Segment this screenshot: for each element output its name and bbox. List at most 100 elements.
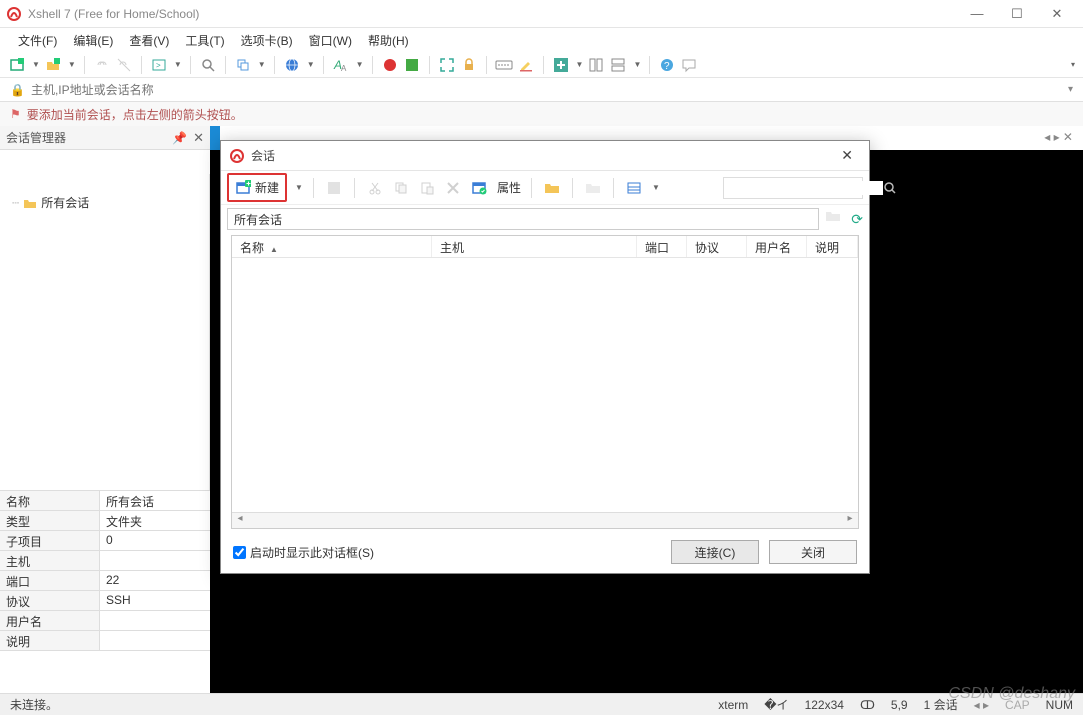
session-tree[interactable]: ┄ 所有会话 [0,174,210,490]
menu-view[interactable]: 查看(V) [121,30,177,51]
search-icon[interactable] [199,56,217,74]
copy-icon[interactable] [391,178,411,198]
col-port[interactable]: 端口 [637,236,687,257]
xftp-icon[interactable] [403,56,421,74]
new-folder-icon[interactable] [583,178,603,198]
dropdown-icon[interactable]: ▼ [307,60,315,69]
show-on-startup-input[interactable] [233,546,246,559]
link-icon[interactable] [93,56,111,74]
dropdown-icon[interactable]: ▼ [174,60,182,69]
dialog-close-button[interactable]: ✕ [833,143,861,168]
view-mode-icon[interactable] [624,178,644,198]
col-user[interactable]: 用户名 [747,236,807,257]
tab-nav[interactable]: ◂ ▸ ✕ [1034,126,1083,150]
properties-label[interactable]: 属性 [497,179,521,196]
paste-icon[interactable] [417,178,437,198]
col-name[interactable]: 名称 [232,236,432,257]
refresh-icon[interactable]: ⟳ [851,211,863,228]
active-tab-indicator[interactable] [210,126,220,150]
caps-indicator: CAP [1005,698,1030,712]
close-button[interactable]: 关闭 [769,540,857,564]
add-icon[interactable] [552,56,570,74]
svg-text:?: ? [664,61,670,72]
highlight-icon[interactable] [517,56,535,74]
col-desc[interactable]: 说明 [807,236,858,257]
help-icon[interactable]: ? [658,56,676,74]
close-pane-icon[interactable]: ✕ [193,130,204,146]
sessions-list: 名称 主机 端口 协议 用户名 说明 ◂ ▸ [231,235,859,529]
maximize-button[interactable]: ☐ [997,0,1037,28]
show-on-startup-checkbox[interactable]: 启动时显示此对话框(S) [233,544,374,561]
term-size-icon: �イ [764,696,788,713]
new-dropdown-icon[interactable]: ▼ [295,183,303,192]
dropdown-icon[interactable]: ▼ [356,60,364,69]
address-input[interactable] [31,83,1062,97]
dropdown-icon[interactable]: ▼ [633,60,641,69]
dialog-title: 会话 [251,147,833,164]
properties-icon[interactable] [469,178,489,198]
tile-h-icon[interactable] [587,56,605,74]
scroll-left-icon[interactable]: ◂ [232,513,248,528]
address-dropdown-icon[interactable]: ▾ [1068,84,1073,95]
new-folder-icon[interactable] [44,56,62,74]
menu-window[interactable]: 窗口(W) [301,30,360,51]
col-protocol[interactable]: 协议 [687,236,747,257]
prop-value [100,611,210,630]
prop-row: 端口22 [0,571,210,591]
unlink-icon[interactable] [115,56,133,74]
terminal-icon[interactable]: > [150,56,168,74]
tip-bar: ⚑ 要添加当前会话，点击左侧的箭头按钮。 [0,102,1083,126]
path-field[interactable]: 所有会话 [227,208,819,230]
chat-icon[interactable] [680,56,698,74]
dropdown-icon[interactable]: ▼ [258,60,266,69]
open-folder-icon[interactable] [542,178,562,198]
menu-tab[interactable]: 选项卡(B) [233,30,301,51]
dropdown-icon[interactable]: ▼ [576,60,584,69]
dialog-search [723,177,863,199]
connect-button[interactable]: 连接(C) [671,540,759,564]
keyboard-icon[interactable] [495,56,513,74]
prop-key: 用户名 [0,611,100,630]
font-icon[interactable]: AA [332,56,350,74]
fullscreen-icon[interactable] [438,56,456,74]
prop-value: 22 [100,571,210,590]
menu-file[interactable]: 文件(F) [10,30,65,51]
globe-icon[interactable] [283,56,301,74]
toolbar-overflow-icon[interactable]: ▾ [1071,60,1075,69]
menu-help[interactable]: 帮助(H) [360,30,417,51]
dropdown-icon[interactable]: ▼ [68,60,76,69]
menu-tools[interactable]: 工具(T) [177,30,232,51]
close-window-button[interactable]: ✕ [1037,0,1077,28]
save-icon[interactable] [324,178,344,198]
new-session-icon[interactable] [8,56,26,74]
col-host[interactable]: 主机 [432,236,637,257]
tip-text: 要添加当前会话，点击左侧的箭头按钮。 [27,106,243,123]
cut-icon[interactable] [365,178,385,198]
delete-icon[interactable] [443,178,463,198]
dropdown-icon[interactable]: ▼ [32,60,40,69]
xshell-icon[interactable] [381,56,399,74]
tree-connector-icon: ┄ [12,196,19,210]
tree-root-item[interactable]: ┄ 所有会话 [10,192,199,213]
lock-icon[interactable] [460,56,478,74]
dialog-search-input[interactable] [728,181,883,195]
minimize-button[interactable]: — [957,0,997,28]
copy-icon[interactable] [234,56,252,74]
search-icon[interactable] [883,181,897,195]
new-session-button[interactable]: 新建 [227,173,287,202]
view-dropdown-icon[interactable]: ▼ [652,183,660,192]
up-folder-icon[interactable] [825,209,845,229]
scroll-right-icon[interactable]: ▸ [842,513,858,528]
list-body[interactable] [232,258,858,512]
pin-icon[interactable]: 📌 [172,131,187,145]
prop-value: 文件夹 [100,511,210,530]
prop-key: 类型 [0,511,100,530]
menu-edit[interactable]: 编辑(E) [65,30,121,51]
prop-key: 端口 [0,571,100,590]
session-nav-icon[interactable]: ◂ ▸ [974,698,989,712]
properties-grid: 名称所有会话 类型文件夹 子项目0 主机 端口22 协议SSH 用户名 说明 [0,490,210,691]
horizontal-scrollbar[interactable]: ◂ ▸ [232,512,858,528]
session-count: 1 会话 [924,696,958,713]
main-toolbar: ▼ ▼ > ▼ ▼ ▼ AA ▼ ▼ ▼ ? ▾ [0,52,1083,78]
tile-v-icon[interactable] [609,56,627,74]
